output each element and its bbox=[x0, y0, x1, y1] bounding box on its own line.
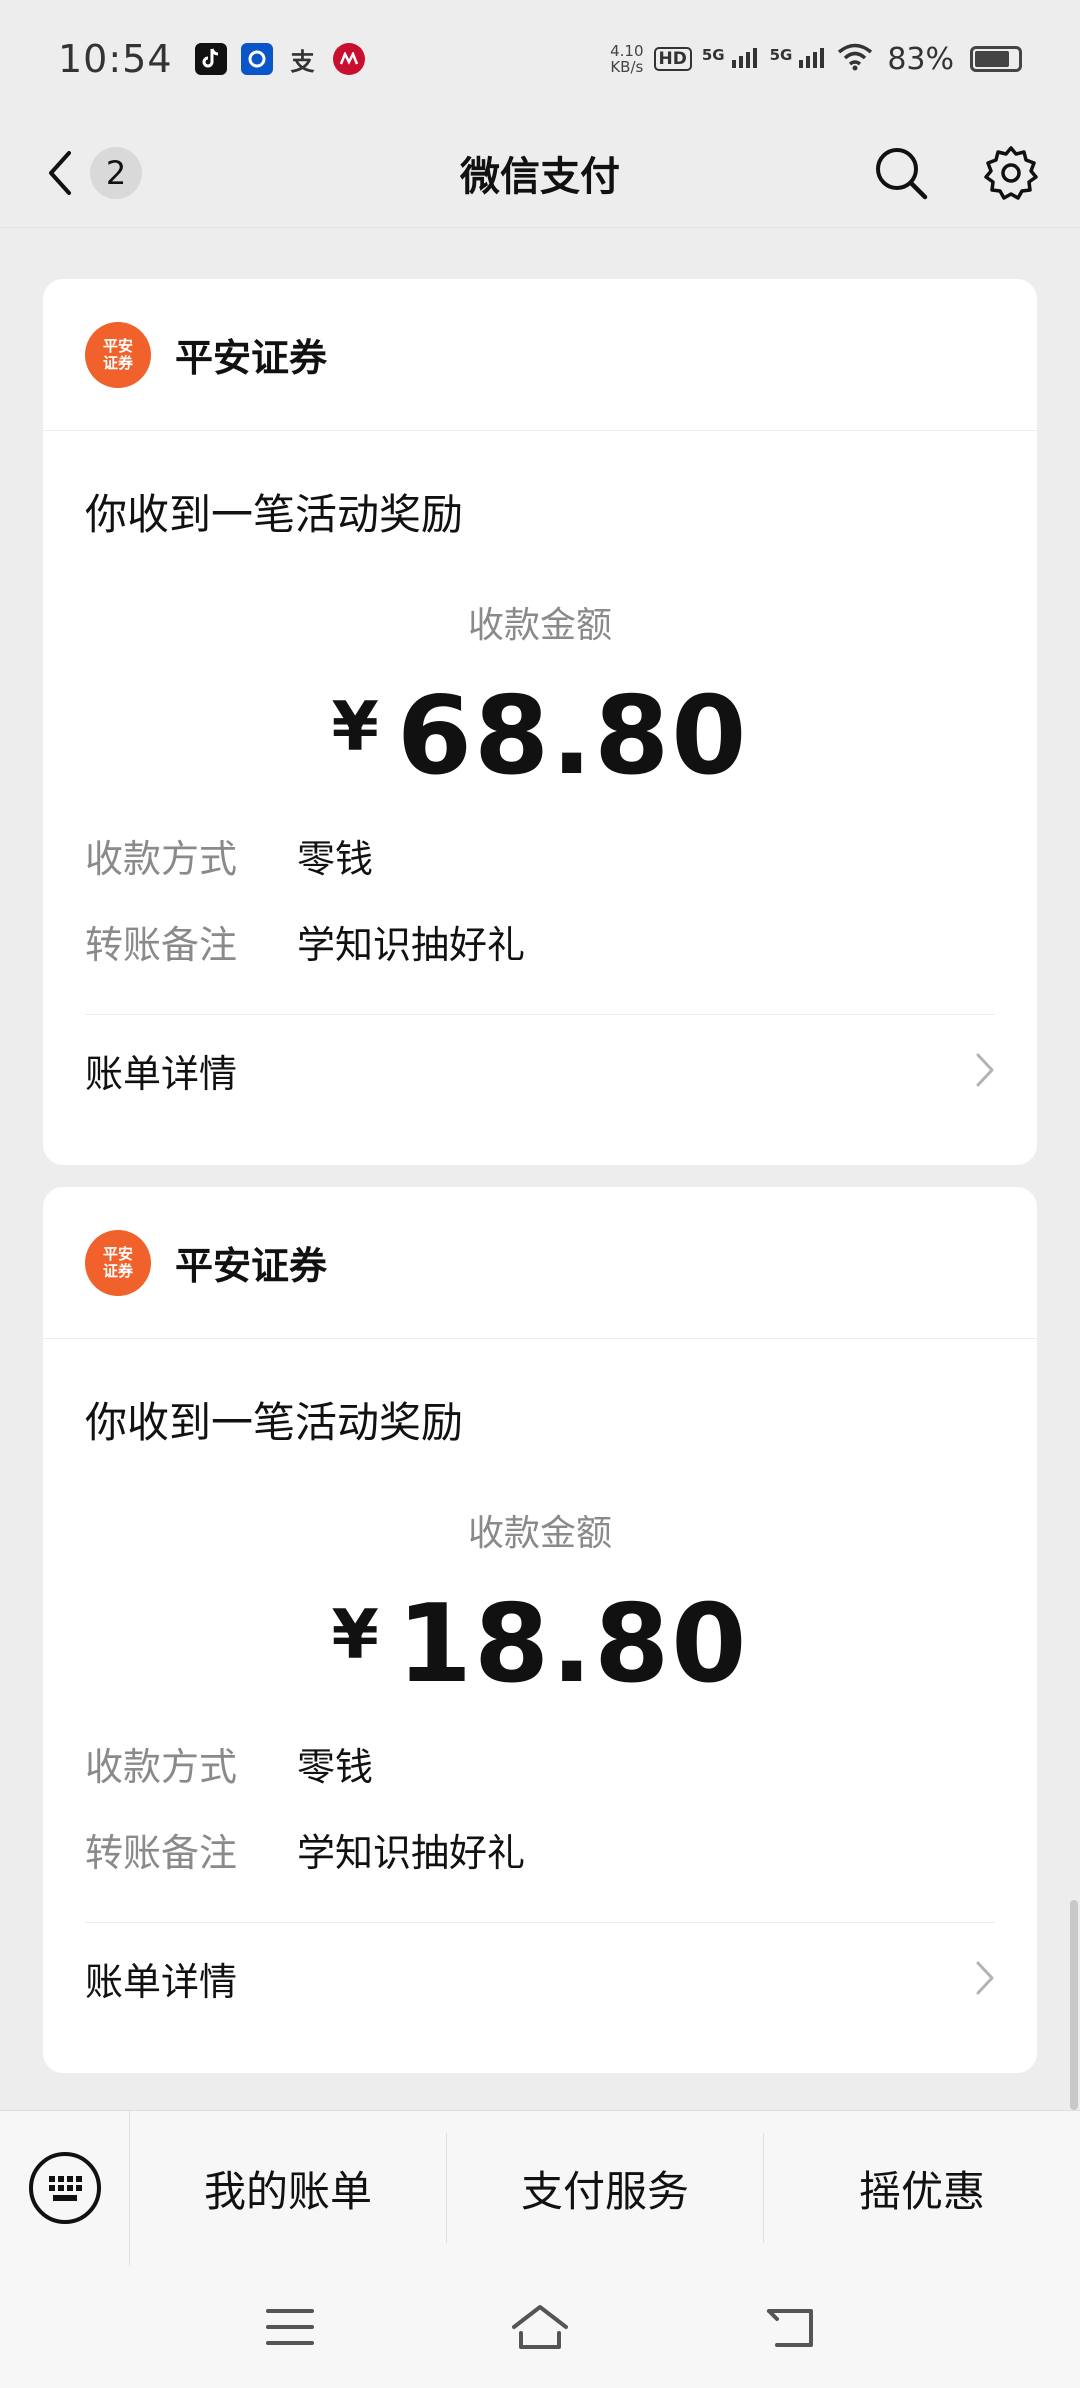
transfer-note-row: 转账备注 学知识抽好礼 bbox=[85, 1816, 995, 1882]
wechat-pay-screen: 10:54 支 4.10 KB/s HD 5G 5G 83% 微信支付 2 平安… bbox=[0, 0, 1080, 2388]
amount-value: 18.80 bbox=[396, 1582, 749, 1707]
home-icon bbox=[512, 2304, 568, 2349]
battery-percent: 83% bbox=[887, 41, 954, 77]
payment-card-1: 平安 证券 平安证券 你收到一笔活动奖励 收款金额 ¥ 68.80 收款方式 零… bbox=[43, 279, 1037, 1165]
transfer-note-row: 转账备注 学知识抽好礼 bbox=[85, 908, 995, 974]
amount-value: 68.80 bbox=[396, 674, 749, 799]
payment-method-row: 收款方式 零钱 bbox=[85, 1730, 995, 1796]
payment-method-value: 零钱 bbox=[297, 836, 374, 881]
amount-label: 收款金额 bbox=[467, 1513, 612, 1554]
bill-detail-link[interactable]: 账单详情 bbox=[85, 1923, 995, 2033]
amount-row: ¥ 18.80 bbox=[85, 1586, 995, 1704]
back-button[interactable] bbox=[40, 143, 80, 203]
payment-method-row: 收款方式 零钱 bbox=[85, 822, 995, 888]
message-title: 你收到一笔活动奖励 bbox=[85, 490, 464, 539]
bill-detail-label: 账单详情 bbox=[85, 1959, 238, 2004]
notification-icons: 支 bbox=[194, 43, 365, 76]
system-nav-bar bbox=[0, 2265, 1080, 2388]
tiktok-icon bbox=[194, 43, 227, 75]
nav-bar: 微信支付 2 bbox=[0, 118, 1080, 228]
search-button[interactable] bbox=[872, 144, 930, 202]
keyboard-toggle-button[interactable] bbox=[0, 2110, 130, 2266]
payment-method-label: 收款方式 bbox=[85, 1744, 238, 1789]
bank-app-icon bbox=[240, 43, 273, 75]
merchant-name: 平安证券 bbox=[175, 1244, 328, 1288]
payment-card-2: 平安 证券 平安证券 你收到一笔活动奖励 收款金额 ¥ 18.80 收款方式 零… bbox=[43, 1187, 1037, 2073]
back-arrow-icon bbox=[767, 2308, 813, 2347]
app-badge-icon bbox=[332, 43, 365, 75]
chevron-right-icon bbox=[976, 1053, 994, 1087]
battery-icon bbox=[970, 46, 1022, 72]
status-right: 4.10 KB/s HD 5G 5G 83% bbox=[610, 42, 1022, 77]
search-icon bbox=[876, 147, 928, 199]
network-speed: 4.10 KB/s bbox=[610, 42, 644, 76]
card-header: 平安 证券 平安证券 bbox=[43, 279, 1037, 431]
amount-label: 收款金额 bbox=[467, 605, 612, 646]
gear-icon bbox=[984, 145, 1038, 200]
payment-method-label: 收款方式 bbox=[85, 836, 238, 881]
card-body: 你收到一笔活动奖励 收款金额 ¥ 68.80 收款方式 零钱 转账备注 学知识抽… bbox=[43, 481, 1037, 1125]
unread-count-badge[interactable]: 2 bbox=[90, 146, 142, 199]
bottom-menu: 我的账单 支付服务 摇优惠 bbox=[0, 2110, 1080, 2266]
card-body: 你收到一笔活动奖励 收款金额 ¥ 18.80 收款方式 零钱 转账备注 学知识抽… bbox=[43, 1389, 1037, 2033]
keyboard-icon bbox=[28, 2152, 101, 2224]
bill-detail-link[interactable]: 账单详情 bbox=[85, 1015, 995, 1125]
chevron-left-icon bbox=[49, 150, 71, 195]
battery-level bbox=[975, 51, 1010, 67]
payment-method-value: 零钱 bbox=[297, 1744, 374, 1789]
hd-icon: HD bbox=[653, 47, 692, 71]
nav-actions bbox=[872, 144, 1040, 202]
amount-row: ¥ 68.80 bbox=[85, 678, 995, 796]
menu-my-bills[interactable]: 我的账单 bbox=[130, 2133, 447, 2243]
currency-symbol: ¥ bbox=[331, 688, 379, 767]
settings-button[interactable] bbox=[982, 144, 1040, 202]
signal-5g-icon-2: 5G bbox=[770, 46, 828, 73]
message-title: 你收到一笔活动奖励 bbox=[85, 1398, 464, 1447]
transfer-note-value: 学知识抽好礼 bbox=[297, 1830, 526, 1875]
bill-detail-label: 账单详情 bbox=[85, 1051, 238, 1096]
scrollbar[interactable] bbox=[1070, 1900, 1078, 2110]
alipay-icon: 支 bbox=[290, 47, 315, 76]
transfer-note-value: 学知识抽好礼 bbox=[297, 922, 526, 967]
transfer-note-label: 转账备注 bbox=[85, 1830, 238, 1875]
menu-icon bbox=[266, 2308, 314, 2345]
signal-5g-icon-1: 5G bbox=[702, 46, 760, 73]
wifi-icon bbox=[837, 43, 873, 75]
merchant-logo: 平安 证券 bbox=[85, 321, 151, 388]
chevron-right-icon bbox=[976, 1961, 994, 1995]
menu-shake-deals[interactable]: 摇优惠 bbox=[764, 2133, 1080, 2243]
status-time: 10:54 bbox=[58, 37, 173, 81]
menu-payment-services[interactable]: 支付服务 bbox=[447, 2133, 764, 2243]
recent-apps-button[interactable] bbox=[255, 2292, 325, 2362]
merchant-logo: 平安 证券 bbox=[85, 1229, 151, 1296]
card-header: 平安 证券 平安证券 bbox=[43, 1187, 1037, 1339]
merchant-name: 平安证券 bbox=[175, 336, 328, 380]
back-nav-button[interactable] bbox=[755, 2292, 825, 2362]
status-bar: 10:54 支 4.10 KB/s HD 5G 5G 83% bbox=[0, 0, 1080, 118]
currency-symbol: ¥ bbox=[331, 1596, 379, 1675]
home-button[interactable] bbox=[505, 2292, 575, 2362]
transfer-note-label: 转账备注 bbox=[85, 922, 238, 967]
